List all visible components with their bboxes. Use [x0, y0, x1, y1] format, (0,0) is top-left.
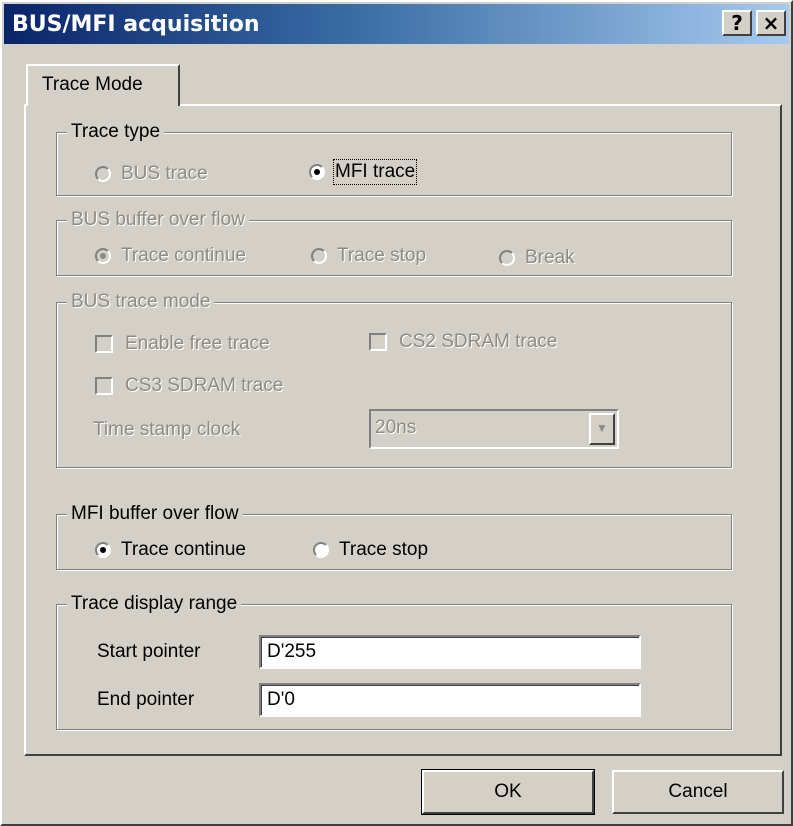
trace-type-legend: Trace type — [67, 120, 165, 144]
mfi-buffer-overflow-group: MFI buffer over flow Trace continue Trac… — [56, 502, 732, 570]
close-button[interactable]: × — [756, 10, 786, 36]
tab-trace-mode[interactable]: Trace Mode — [26, 64, 180, 106]
start-pointer-label: Start pointer — [97, 641, 201, 662]
cs2-sdram-trace-checkbox[interactable]: CS2 SDRAM trace — [369, 331, 557, 353]
bus-trace-stop-radio[interactable]: Trace stop — [311, 245, 426, 267]
mfi-trace-continue-label: Trace continue — [121, 539, 246, 560]
cs3-sdram-trace-checkbox[interactable]: CS3 SDRAM trace — [95, 375, 283, 397]
time-stamp-clock-label: Time stamp clock — [93, 419, 241, 440]
mfi-trace-radio-dot — [309, 164, 325, 180]
chevron-down-icon[interactable]: ▼ — [589, 413, 615, 445]
trace-display-range-group: Trace display range Start pointer End po… — [56, 592, 732, 730]
bus-trace-continue-dot — [95, 248, 111, 264]
bus-buffer-overflow-legend: BUS buffer over flow — [67, 208, 249, 232]
end-pointer-label: End pointer — [97, 689, 195, 710]
ok-button[interactable]: OK — [421, 769, 595, 815]
end-pointer-input[interactable] — [259, 683, 641, 717]
bus-trace-mode-legend: BUS trace mode — [67, 290, 215, 314]
bus-buffer-overflow-group: BUS buffer over flow Trace continue Trac… — [56, 208, 732, 276]
title-bar[interactable]: BUS/MFI acquisition ? × — [4, 4, 789, 44]
bus-trace-stop-label: Trace stop — [337, 245, 427, 266]
bus-break-dot — [499, 250, 515, 266]
bus-trace-continue-radio[interactable]: Trace continue — [95, 245, 246, 267]
bus-break-label: Break — [525, 247, 575, 268]
time-stamp-clock-select[interactable]: 20ns ▼ — [369, 409, 619, 449]
mfi-trace-stop-radio[interactable]: Trace stop — [313, 539, 428, 561]
bus-trace-radio[interactable]: BUS trace — [95, 163, 208, 185]
mfi-trace-continue-dot — [95, 542, 111, 558]
bus-trace-stop-dot — [311, 248, 327, 264]
mfi-buffer-overflow-legend: MFI buffer over flow — [67, 502, 243, 526]
dialog-window: BUS/MFI acquisition ? × Trace Mode Trace… — [0, 0, 793, 826]
bus-trace-mode-group: BUS trace mode Enable free trace CS2 SDR… — [56, 290, 732, 468]
cancel-button[interactable]: Cancel — [612, 770, 784, 814]
enable-free-trace-box — [95, 335, 113, 353]
cs3-sdram-trace-box — [95, 377, 113, 395]
mfi-trace-stop-dot — [313, 542, 329, 558]
cs2-sdram-trace-label: CS2 SDRAM trace — [399, 331, 558, 352]
mfi-trace-stop-label: Trace stop — [339, 539, 429, 560]
help-button[interactable]: ? — [722, 10, 752, 36]
cs2-sdram-trace-box — [369, 333, 387, 351]
tab-trace-mode-label: Trace Mode — [42, 74, 143, 95]
trace-display-range-legend: Trace display range — [67, 592, 242, 616]
enable-free-trace-checkbox[interactable]: Enable free trace — [95, 333, 270, 355]
time-stamp-clock-value: 20ns — [375, 417, 417, 438]
trace-type-group: Trace type BUS trace MFI trace — [56, 120, 732, 196]
tab-panel: Trace type BUS trace MFI trace BUS buffe… — [24, 104, 782, 756]
bus-trace-continue-label: Trace continue — [121, 245, 246, 266]
bus-trace-label: BUS trace — [121, 163, 208, 184]
mfi-trace-radio[interactable]: MFI trace — [309, 159, 418, 185]
enable-free-trace-label: Enable free trace — [125, 333, 270, 354]
start-pointer-input[interactable] — [259, 635, 641, 669]
mfi-trace-label: MFI trace — [332, 159, 418, 185]
cs3-sdram-trace-label: CS3 SDRAM trace — [125, 375, 284, 396]
bus-trace-radio-dot — [95, 166, 111, 182]
window-title: BUS/MFI acquisition — [12, 12, 260, 37]
bus-break-radio[interactable]: Break — [499, 247, 575, 269]
mfi-trace-continue-radio[interactable]: Trace continue — [95, 539, 246, 561]
